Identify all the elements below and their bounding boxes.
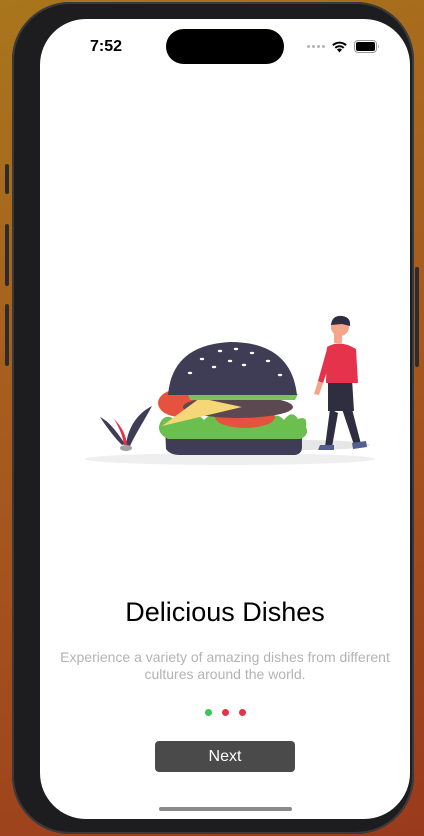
status-icons <box>307 40 380 53</box>
phone-frame: 7:52 Delicious Dishes Experience a varie… <box>5 2 419 834</box>
page-dot-1[interactable] <box>204 709 212 716</box>
volume-up-button <box>5 224 9 286</box>
onboarding-title: Delicious Dishes <box>125 597 325 627</box>
wifi-icon <box>332 41 347 53</box>
cellular-signal-icon <box>307 45 325 48</box>
page-dot-3[interactable] <box>238 709 246 716</box>
volume-down-button <box>5 304 9 366</box>
next-button[interactable]: Next <box>155 741 295 772</box>
page-indicator <box>40 709 410 716</box>
dynamic-island <box>166 29 284 64</box>
action-button <box>5 164 9 194</box>
page-dot-2[interactable] <box>221 709 229 716</box>
home-indicator[interactable] <box>159 807 292 811</box>
app-screen: 7:52 Delicious Dishes Experience a varie… <box>40 19 410 819</box>
battery-icon <box>354 40 379 53</box>
power-button <box>415 267 419 367</box>
onboarding-description: Experience a variety of amazing dishes f… <box>60 649 390 682</box>
burger-and-person-illustration <box>85 315 375 465</box>
status-time: 7:52 <box>90 38 123 55</box>
